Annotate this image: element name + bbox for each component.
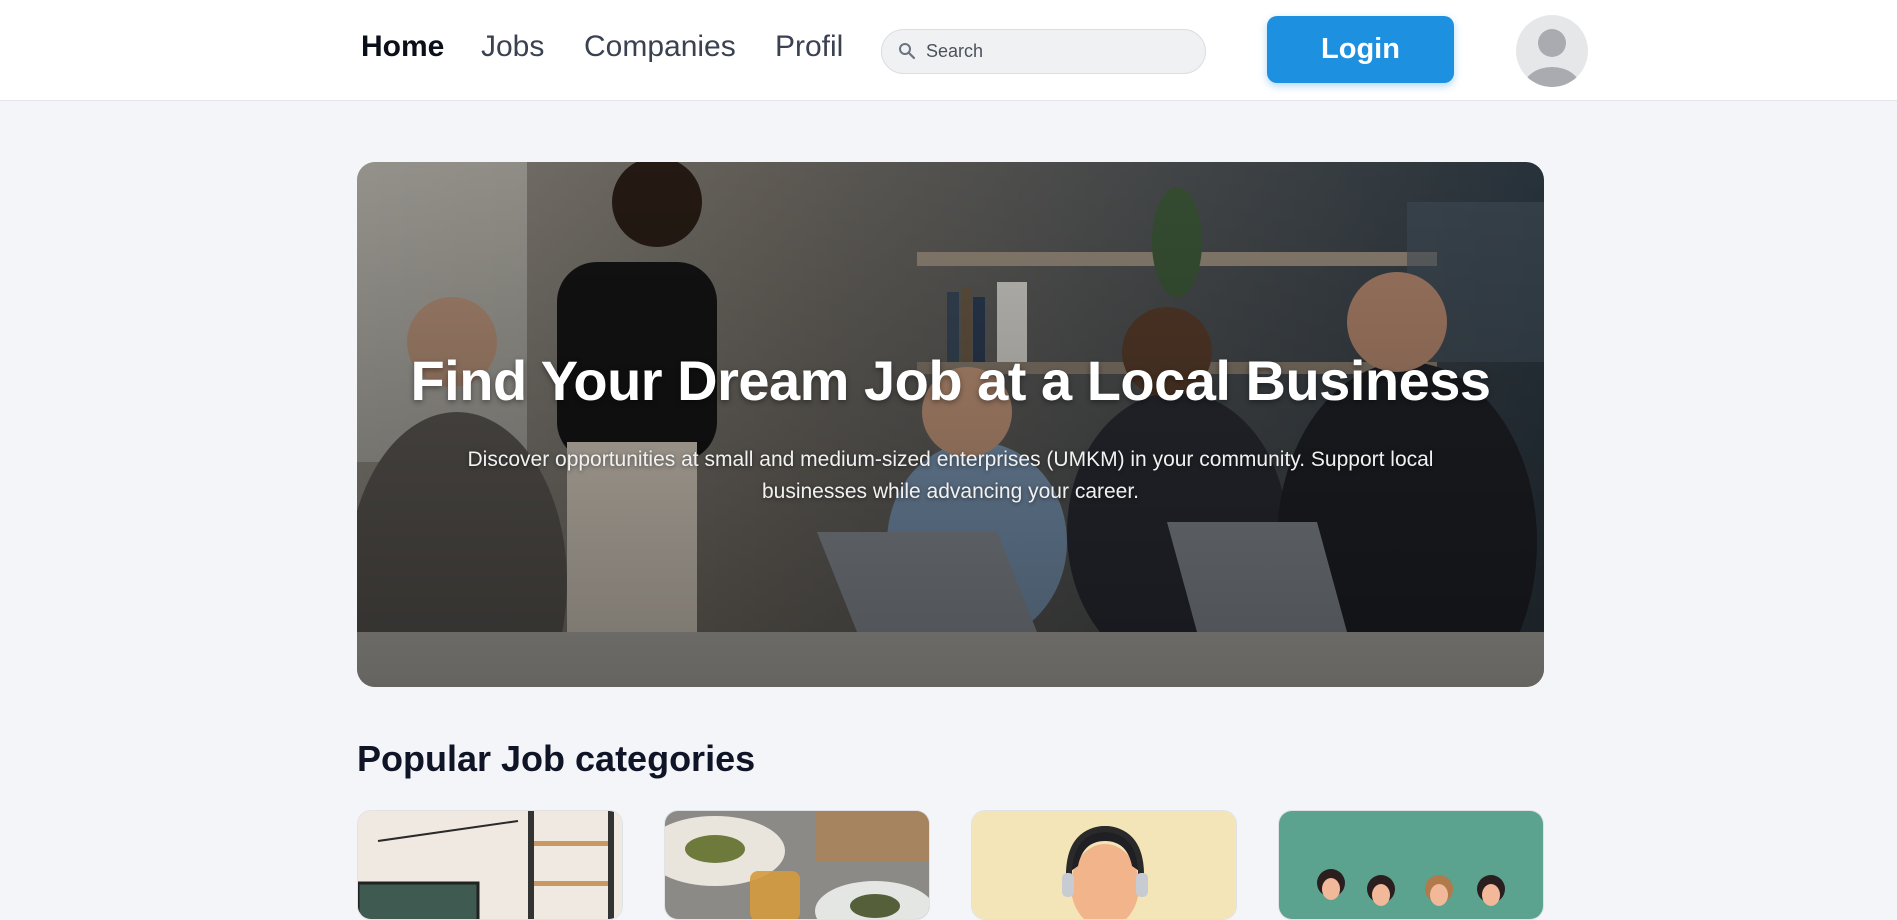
hero-banner: Find Your Dream Job at a Local Business … — [357, 162, 1544, 687]
nav-link-companies[interactable]: Companies — [584, 30, 736, 64]
user-avatar[interactable] — [1516, 15, 1588, 87]
top-navbar: Home Jobs Companies Profil Login — [0, 0, 1897, 101]
nav-link-home[interactable]: Home — [361, 30, 444, 64]
search-icon — [899, 43, 916, 60]
hero-subtitle: Discover opportunities at small and medi… — [467, 448, 1434, 503]
nav-link-jobs[interactable]: Jobs — [481, 30, 544, 64]
login-button[interactable]: Login — [1267, 16, 1454, 83]
hero-office-photo — [357, 162, 1544, 687]
hero-title: Find Your Dream Job at a Local Business — [410, 349, 1491, 412]
section-title-popular-categories: Popular Job categories — [357, 738, 756, 779]
search-box[interactable] — [881, 29, 1206, 74]
nav-link-profil[interactable]: Profil — [775, 30, 843, 64]
search-input[interactable] — [926, 30, 1196, 73]
user-avatar-icon — [1524, 29, 1580, 87]
